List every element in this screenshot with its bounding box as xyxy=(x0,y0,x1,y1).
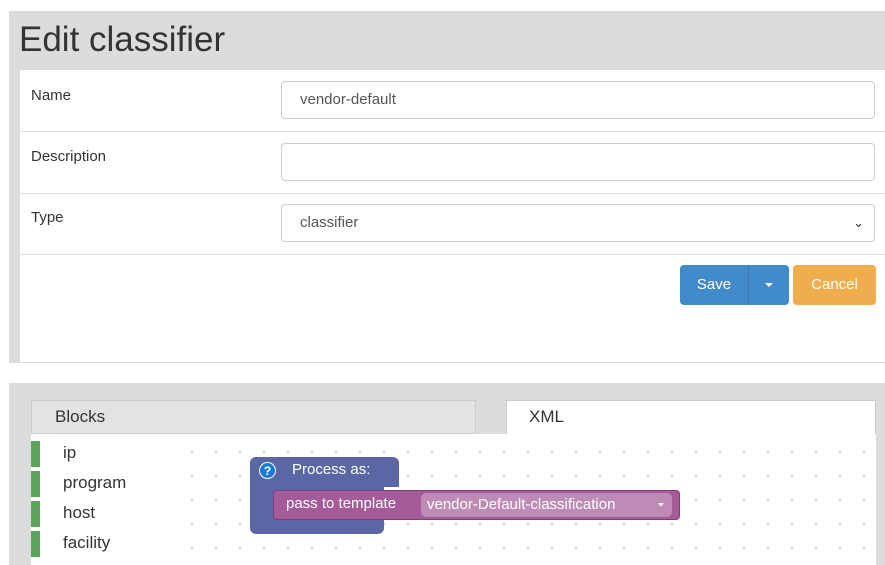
help-icon[interactable]: ? xyxy=(259,462,276,479)
toolbox-item-label: ip xyxy=(63,443,77,462)
toolbox-item-facility[interactable]: facility xyxy=(31,530,176,560)
toolbox-item-label: host xyxy=(63,503,96,522)
description-label: Description xyxy=(31,148,107,165)
description-input[interactable] xyxy=(281,143,875,181)
toolbox-item-label: program xyxy=(63,473,127,492)
row-divider xyxy=(20,254,885,255)
category-color-bar xyxy=(31,471,40,497)
category-color-bar xyxy=(31,531,40,557)
row-divider xyxy=(20,193,885,194)
category-color-bar xyxy=(31,441,40,467)
type-select-value: classifier xyxy=(300,214,359,231)
block-header-text: Process as: xyxy=(292,461,371,478)
row-divider xyxy=(20,131,885,132)
toolbox-item-program[interactable]: program xyxy=(31,470,176,500)
template-dropdown-value: vendor-Default-classification xyxy=(427,496,616,513)
toolbox-item-ip[interactable]: ip xyxy=(31,440,176,470)
save-options-button[interactable] xyxy=(749,265,789,305)
chevron-down-icon: ⌄ xyxy=(853,215,864,230)
caret-down-icon xyxy=(765,283,773,288)
template-dropdown[interactable]: vendor-Default-classification xyxy=(421,493,672,517)
save-button[interactable]: Save xyxy=(680,265,749,305)
block-statement-text: pass to template xyxy=(286,495,397,512)
tab-xml[interactable]: XML xyxy=(506,400,876,434)
toolbox-item-label: facility xyxy=(63,533,111,552)
dropdown-arrow-icon xyxy=(658,503,664,507)
name-label: Name xyxy=(31,87,72,104)
cancel-button[interactable]: Cancel xyxy=(793,265,876,305)
type-label: Type xyxy=(31,209,64,226)
tab-blocks[interactable]: Blocks xyxy=(31,400,476,434)
blocks-toolbox: ip program host facility xyxy=(31,434,176,565)
name-input[interactable]: vendor-default xyxy=(281,81,875,119)
toolbox-item-host[interactable]: host xyxy=(31,500,176,530)
type-select[interactable]: classifier ⌄ xyxy=(281,204,875,242)
page-title: Edit classifier xyxy=(19,20,226,59)
category-color-bar xyxy=(31,501,40,527)
